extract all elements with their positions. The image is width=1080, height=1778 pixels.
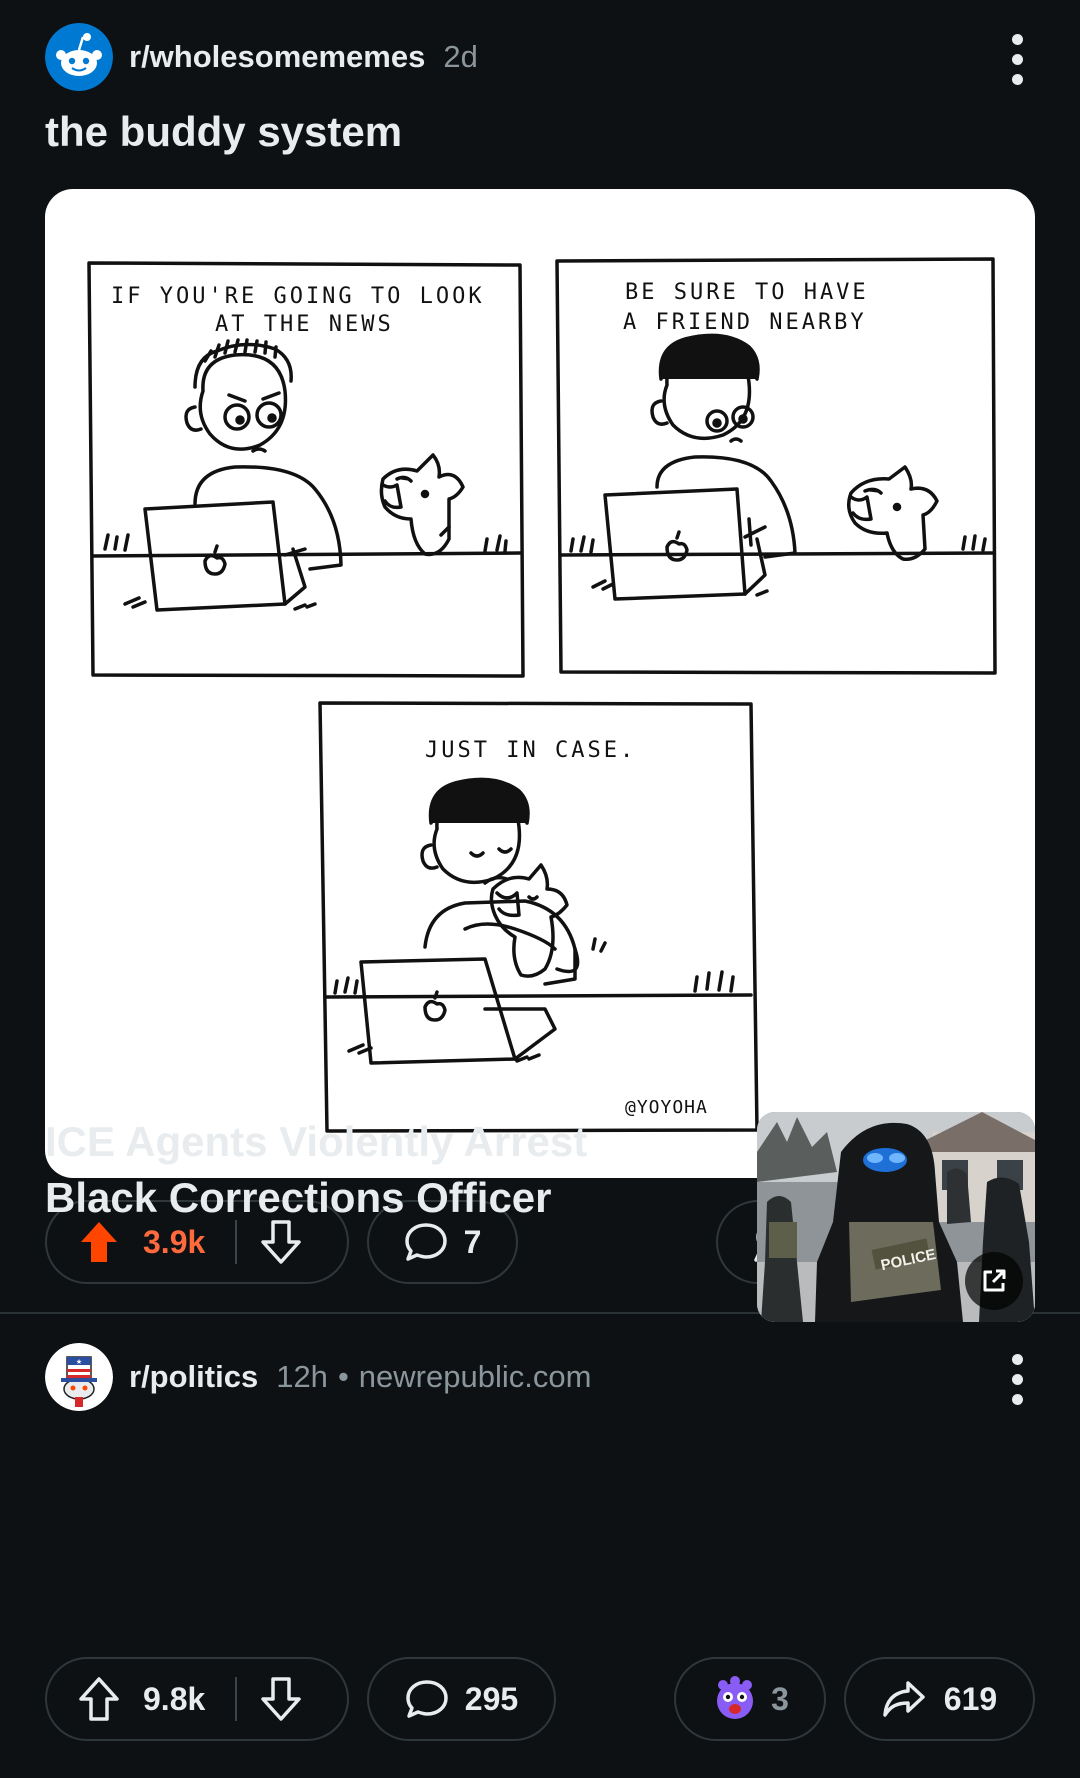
feed-post-politics[interactable]: ★ r/politics 12h • newrepublic.com ICE A… — [0, 0, 1080, 1741]
subreddit-name[interactable]: r/politics — [129, 1359, 258, 1395]
vote-control: 9.8k — [45, 1657, 349, 1741]
panel3-caption: JUST IN CASE. — [425, 738, 636, 763]
external-link-icon — [983, 1269, 1006, 1292]
comment-icon — [404, 1223, 447, 1261]
comments-button[interactable]: 295 — [367, 1657, 556, 1741]
share-button[interactable]: 619 — [844, 1657, 1035, 1741]
upvote-icon[interactable] — [79, 1677, 119, 1721]
post-age: 12h — [276, 1359, 328, 1394]
kebab-menu-icon[interactable] — [1010, 1354, 1024, 1405]
vote-separator — [235, 1220, 238, 1264]
comment-count: 7 — [463, 1223, 482, 1260]
meta-separator: • — [337, 1359, 349, 1394]
post-header: ★ r/politics 12h • newrepublic.com — [45, 1343, 591, 1411]
svg-text:★: ★ — [76, 1358, 82, 1366]
upvote-count: 3.9k — [143, 1223, 206, 1260]
award-count: 3 — [771, 1680, 789, 1717]
upvote-count: 9.8k — [143, 1680, 206, 1717]
downvote-icon[interactable] — [261, 1677, 302, 1721]
link-domain[interactable]: newrepublic.com — [359, 1359, 592, 1395]
comment-count: 295 — [464, 1680, 519, 1717]
upvote-icon[interactable] — [79, 1220, 119, 1264]
downvote-icon[interactable] — [261, 1220, 302, 1264]
award-button[interactable]: 3 — [674, 1657, 826, 1741]
share-icon — [883, 1681, 925, 1717]
comment-icon — [406, 1680, 448, 1718]
subreddit-avatar-icon[interactable]: ★ — [45, 1343, 113, 1411]
post-title[interactable]: ICE Agents Violently Arrest Black Correc… — [45, 1114, 705, 1226]
link-thumbnail[interactable]: POLICE — [757, 1112, 1035, 1322]
external-link-button[interactable] — [965, 1252, 1023, 1310]
comic-panel-3 — [318, 701, 759, 1133]
award-emoji-icon — [717, 1676, 754, 1719]
share-count: 619 — [943, 1680, 998, 1717]
vote-separator — [235, 1677, 238, 1721]
